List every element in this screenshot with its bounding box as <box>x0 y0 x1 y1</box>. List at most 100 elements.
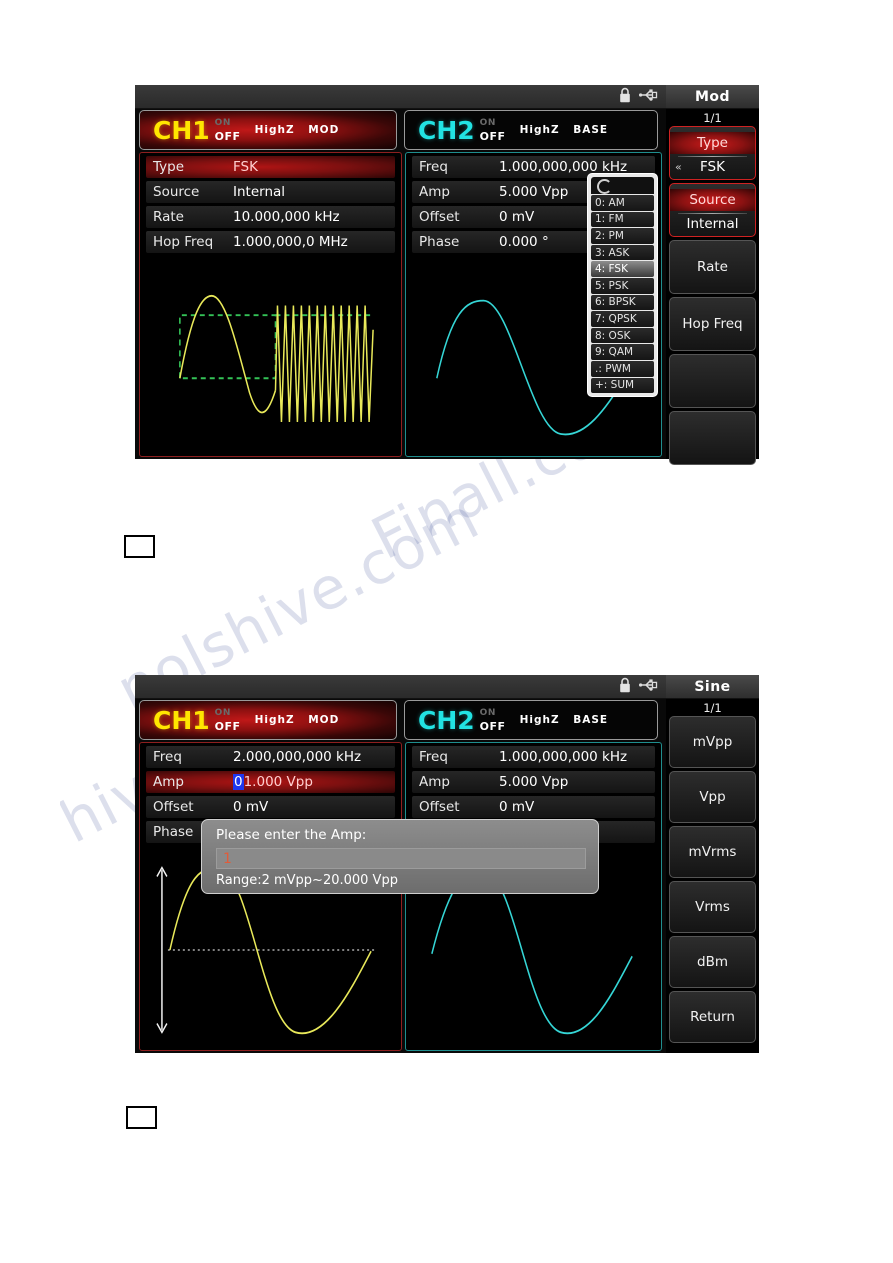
param-value-rest: 1.000 Vpp <box>243 774 313 790</box>
menu-page-indicator: 1/1 <box>666 109 759 127</box>
param-row-amp[interactable]: Amp 01.000 Vpp <box>146 771 395 793</box>
channel-header-ch2[interactable]: CH2 ON OFF HighZ BASE <box>404 700 658 740</box>
param-row-offset[interactable]: Offset 0 mV <box>412 796 655 818</box>
ch1-off-label: OFF <box>214 719 241 733</box>
loading-circle-icon <box>597 179 612 194</box>
dropdown-item-sum[interactable]: +: SUM <box>591 377 654 394</box>
channel-header-ch1[interactable]: CH1 ON OFF HighZ MOD <box>139 700 397 740</box>
ch2-impedance: HighZ <box>519 714 560 726</box>
param-value: 0 mV <box>499 799 535 815</box>
param-row-freq[interactable]: Freq 2.000,000,000 kHz <box>146 746 395 768</box>
dropdown-item-bpsk[interactable]: 6: BPSK <box>591 294 654 311</box>
softkey-dbm[interactable]: dBm <box>669 936 756 988</box>
dropdown-item-am[interactable]: 0: AM <box>591 195 654 211</box>
param-value: 0.000 ° <box>499 234 549 250</box>
param-label: Freq <box>153 749 182 765</box>
softkey-label: Source <box>670 188 755 211</box>
softkey-label: dBm <box>697 954 728 970</box>
ch1-label: CH1 <box>153 705 210 735</box>
parameter-panels: Freq 2.000,000,000 kHz Amp 01.000 Vpp Of… <box>135 742 666 1053</box>
ch2-off-label: OFF <box>479 719 506 733</box>
softkey-label: Vpp <box>699 789 726 805</box>
ch2-on-label: ON <box>479 707 496 718</box>
param-value: 0 mV <box>233 799 269 815</box>
channel-header-row: CH1 ON OFF HighZ MOD CH2 ON OFF HighZ BA… <box>135 698 666 742</box>
dropdown-item-qam[interactable]: 9: QAM <box>591 344 654 360</box>
channel-header-ch1[interactable]: CH1 ON OFF HighZ MOD <box>139 110 397 150</box>
usb-icon <box>639 89 658 101</box>
channel-header-ch2[interactable]: CH2 ON OFF HighZ BASE <box>404 110 658 150</box>
softkey-rate[interactable]: Rate <box>669 240 756 294</box>
param-row-hop-freq[interactable]: Hop Freq 1.000,000,0 MHz <box>146 231 395 253</box>
param-value: 5.000 Vpp <box>499 774 569 790</box>
softkey-type[interactable]: Type « FSK <box>669 126 756 180</box>
ch1-parameter-panel: Type FSK Source Internal Rate 10.000,000… <box>139 152 402 457</box>
param-row-freq[interactable]: Freq 1.000,000,000 kHz <box>412 746 655 768</box>
param-value: 10.000,000 kHz <box>233 209 340 225</box>
ch1-tags: HighZ MOD <box>255 714 340 726</box>
dropdown-item-psk[interactable]: 5: PSK <box>591 277 654 294</box>
param-label: Type <box>153 159 185 175</box>
param-value: Internal <box>233 184 286 200</box>
param-label: Freq <box>419 749 448 765</box>
softkey-label: mVrms <box>688 844 737 860</box>
param-row-offset[interactable]: Offset 0 mV <box>146 796 395 818</box>
softkey-menu-sine: Sine 1/1 mVpp Vpp mVrms Vrms dBm Return <box>666 675 759 1053</box>
dropdown-header <box>591 177 654 194</box>
softkey-label: Rate <box>697 259 728 275</box>
ch2-label: CH2 <box>418 115 475 145</box>
softkey-separator <box>677 155 748 157</box>
param-value: 01.000 Vpp <box>233 774 313 790</box>
param-value: 5.000 Vpp <box>499 184 569 200</box>
ch2-off-label: OFF <box>479 129 506 143</box>
dropdown-item-pwm[interactable]: .: PWM <box>591 360 654 377</box>
softkey-blank-2[interactable] <box>669 411 756 465</box>
dropdown-item-ask[interactable]: 3: ASK <box>591 244 654 261</box>
ch1-output-toggle[interactable]: ON OFF <box>214 707 241 733</box>
softkey-value: Internal <box>686 215 739 232</box>
ch2-mode: BASE <box>573 714 609 726</box>
param-row-source[interactable]: Source Internal <box>146 181 395 203</box>
param-value: FSK <box>233 159 258 175</box>
dropdown-item-pm[interactable]: 2: PM <box>591 228 654 244</box>
ch1-output-toggle[interactable]: ON OFF <box>214 117 241 143</box>
dropdown-item-fsk[interactable]: 4: FSK <box>591 261 654 277</box>
softkey-vpp[interactable]: Vpp <box>669 771 756 823</box>
param-label: Amp <box>419 774 450 790</box>
dialog-input-value: 1 <box>223 850 232 867</box>
dropdown-item-qpsk[interactable]: 7: QPSK <box>591 311 654 327</box>
ch1-waveform-display <box>146 257 395 451</box>
param-row-type[interactable]: Type FSK <box>146 156 395 178</box>
dialog-input-field[interactable]: 1 <box>216 848 586 869</box>
ch2-tags: HighZ BASE <box>520 714 609 726</box>
menu-title: Sine <box>666 675 759 699</box>
dropdown-item-osk[interactable]: 8: OSK <box>591 327 654 344</box>
softkey-vrms[interactable]: Vrms <box>669 881 756 933</box>
softkey-label: Return <box>690 1009 735 1025</box>
param-label: Hop Freq <box>153 234 214 250</box>
fsk-waveform-svg <box>179 294 374 422</box>
softkey-mvpp[interactable]: mVpp <box>669 716 756 768</box>
softkey-source[interactable]: Source Internal <box>669 183 756 237</box>
ch1-off-label: OFF <box>214 129 241 143</box>
softkey-label: Type <box>670 131 755 154</box>
amplitude-entry-dialog[interactable]: Please enter the Amp: 1 Range:2 mVpp~20.… <box>201 819 599 894</box>
ch2-output-toggle[interactable]: ON OFF <box>479 707 506 733</box>
ch1-on-label: ON <box>214 707 231 718</box>
dropdown-item-fm[interactable]: 1: FM <box>591 211 654 228</box>
param-value: 1.000,000,0 MHz <box>233 234 348 250</box>
softkey-hop-freq[interactable]: Hop Freq <box>669 297 756 351</box>
ch1-on-label: ON <box>214 117 231 128</box>
param-label: Source <box>153 184 200 200</box>
param-label: Rate <box>153 209 184 225</box>
param-row-rate[interactable]: Rate 10.000,000 kHz <box>146 206 395 228</box>
softkey-mvrms[interactable]: mVrms <box>669 826 756 878</box>
softkey-return[interactable]: Return <box>669 991 756 1043</box>
softkey-label: mVpp <box>692 734 733 750</box>
softkey-blank-1[interactable] <box>669 354 756 408</box>
param-row-amp[interactable]: Amp 5.000 Vpp <box>412 771 655 793</box>
modulation-type-dropdown[interactable]: 0: AM 1: FM 2: PM 3: ASK 4: FSK 5: PSK 6… <box>587 173 658 398</box>
status-bar <box>135 85 666 109</box>
param-label: Freq <box>419 159 448 175</box>
ch2-output-toggle[interactable]: ON OFF <box>479 118 506 143</box>
